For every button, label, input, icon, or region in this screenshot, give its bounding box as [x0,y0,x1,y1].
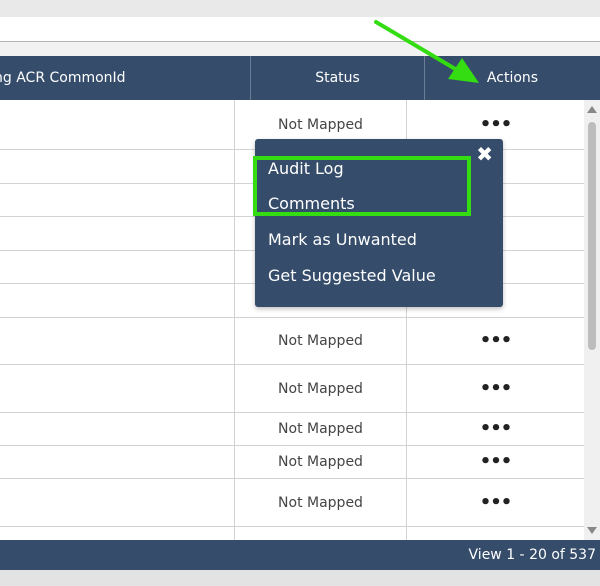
annotation-arrow-icon [374,20,479,83]
